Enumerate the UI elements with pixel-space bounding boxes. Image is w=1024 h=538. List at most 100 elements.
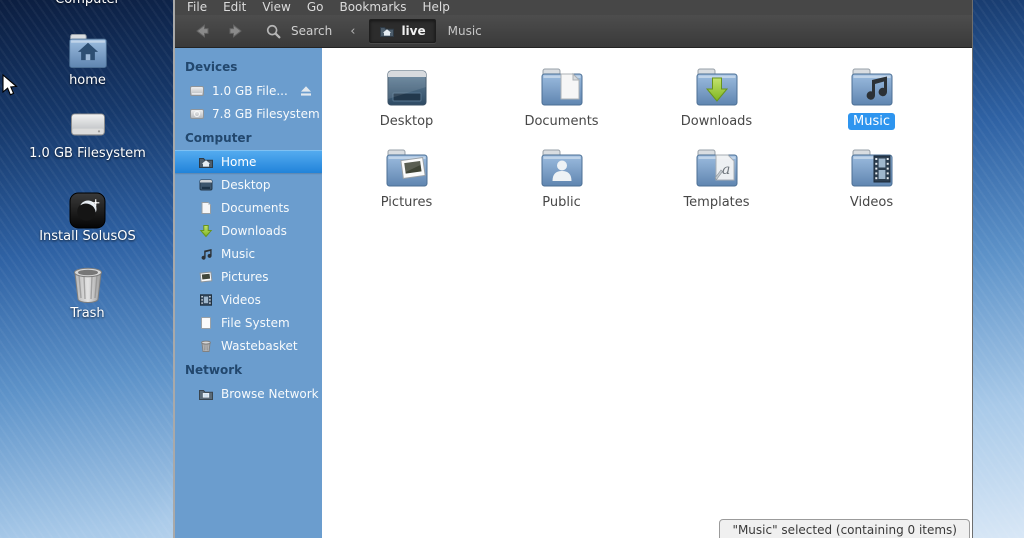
file-icon-public[interactable]: Public [484,142,639,223]
menu-help[interactable]: Help [415,0,458,15]
sidebar-item-label: Browse Network [221,386,319,401]
breadcrumb-label: live [401,24,426,38]
search-label: Search [291,24,333,38]
icon-grid: Desktop Documents Downloads Music Pictur… [329,61,949,223]
pathbar-overflow-chevron[interactable]: ‹ [350,24,355,39]
sidebar-item-videos[interactable]: Videos [175,288,322,311]
file-icon-videos[interactable]: Videos [794,142,949,223]
sidebar-item-78gb-filesystem[interactable]: 7.8 GB Filesystem [175,102,322,125]
desktop-icon [198,177,214,193]
breadcrumb-music[interactable]: Music [436,21,494,41]
file-icon-label: Templates [683,195,750,210]
drive-icon [189,83,205,99]
desktop-folder-icon [383,63,431,111]
file-icon-label: Videos [849,195,894,210]
file-icon-templates[interactable]: Templates [639,142,794,223]
desktop-icon-trash[interactable]: Trash [0,258,175,321]
home-folder-icon [379,23,395,39]
drive-icon [64,102,112,146]
menu-file[interactable]: File [179,0,215,15]
desktop-icon-label: home [69,73,106,88]
sidebar-item-desktop[interactable]: Desktop [175,173,322,196]
desktop-area: Computer home 1.0 GB Filesystem Install … [0,0,175,538]
sidebar-item-wastebasket[interactable]: Wastebasket [175,334,322,357]
videos-folder-icon [848,144,896,192]
video-icon [198,292,214,308]
sidebar-item-documents[interactable]: Documents [175,196,322,219]
sidebar-item-downloads[interactable]: Downloads [175,219,322,242]
sidebar-item-label: Documents [221,200,290,215]
back-button[interactable] [185,18,219,44]
desktop-icon-label: 1.0 GB Filesystem [29,146,146,161]
menu-bookmarks[interactable]: Bookmarks [331,0,414,15]
breadcrumb-live[interactable]: live [369,19,436,43]
desktop-icon-home[interactable]: home [0,29,175,88]
sidebar-item-label: Desktop [221,177,271,192]
solusos-installer-icon [69,192,106,229]
sidebar-item-label: 7.8 GB Filesystem [212,106,320,121]
home-folder-icon [64,29,112,73]
file-icon-label: Desktop [379,114,434,129]
window-content: Devices 1.0 GB File... 7.8 GB Filesystem… [175,48,972,538]
desktop-icon-filesystem[interactable]: 1.0 GB Filesystem [0,102,175,161]
music-note-icon [198,246,214,262]
file-icon-desktop[interactable]: Desktop [329,61,484,142]
menu-edit[interactable]: Edit [215,0,254,15]
file-icon-pictures[interactable]: Pictures [329,142,484,223]
picture-icon [198,269,214,285]
file-icon-label: Public [542,195,581,210]
toolbar: Search ‹ live Music [175,15,972,48]
back-arrow-icon [193,22,211,40]
sidebar-item-label: Downloads [221,223,287,238]
filesystem-icon [198,315,214,331]
menu-go[interactable]: Go [299,0,332,15]
sidebar-item-label: File System [221,315,290,330]
sidebar: Devices 1.0 GB File... 7.8 GB Filesystem… [175,48,322,538]
music-folder-icon [848,63,896,111]
menu-view[interactable]: View [254,0,298,15]
search-button[interactable]: Search [265,23,332,40]
file-icon-label: Downloads [680,114,753,129]
sidebar-item-label: Videos [221,292,261,307]
trash-icon [64,258,112,306]
home-folder-icon [198,154,214,170]
download-arrow-icon [198,223,214,239]
documents-folder-icon [538,63,586,111]
network-folder-icon [198,386,214,402]
file-icon-label: Documents [524,114,599,129]
file-icon-label: Music [848,113,895,130]
forward-arrow-icon [227,22,245,40]
menubar: File Edit View Go Bookmarks Help [175,0,972,15]
sidebar-section-computer: Computer [185,131,252,145]
desktop-icon-install-solusos[interactable]: Install SolusOS [0,192,175,244]
sidebar-item-label: Pictures [221,269,269,284]
desktop-icon-computer[interactable]: Computer [0,0,175,7]
sidebar-item-1gb-filesystem[interactable]: 1.0 GB File... [175,79,322,102]
sidebar-item-label: Home [221,154,257,169]
file-icon-music[interactable]: Music [794,61,949,142]
wastebasket-icon [198,338,214,354]
forward-button[interactable] [219,18,253,44]
status-bar: "Music" selected (containing 0 items) [719,519,970,538]
mouse-cursor [2,74,18,96]
desktop-icon-label: Install SolusOS [39,229,136,244]
sidebar-section-network: Network [185,363,243,377]
sidebar-item-home[interactable]: Home [175,150,322,173]
public-folder-icon [538,144,586,192]
search-icon [265,23,282,40]
file-icon-downloads[interactable]: Downloads [639,61,794,142]
sidebar-item-pictures[interactable]: Pictures [175,265,322,288]
file-icon-documents[interactable]: Documents [484,61,639,142]
drive-icon [189,106,205,122]
eject-icon[interactable] [298,83,314,99]
sidebar-item-browse-network[interactable]: Browse Network [175,382,322,405]
desktop-screen: Computer home 1.0 GB Filesystem Install … [0,0,1024,538]
sidebar-item-music[interactable]: Music [175,242,322,265]
file-view[interactable]: Desktop Documents Downloads Music Pictur… [322,48,972,538]
templates-folder-icon [693,144,741,192]
sidebar-item-label: 1.0 GB File... [212,83,288,98]
document-icon [198,200,214,216]
desktop-icon-label: Trash [70,306,105,321]
downloads-folder-icon [693,63,741,111]
sidebar-item-file-system[interactable]: File System [175,311,322,334]
